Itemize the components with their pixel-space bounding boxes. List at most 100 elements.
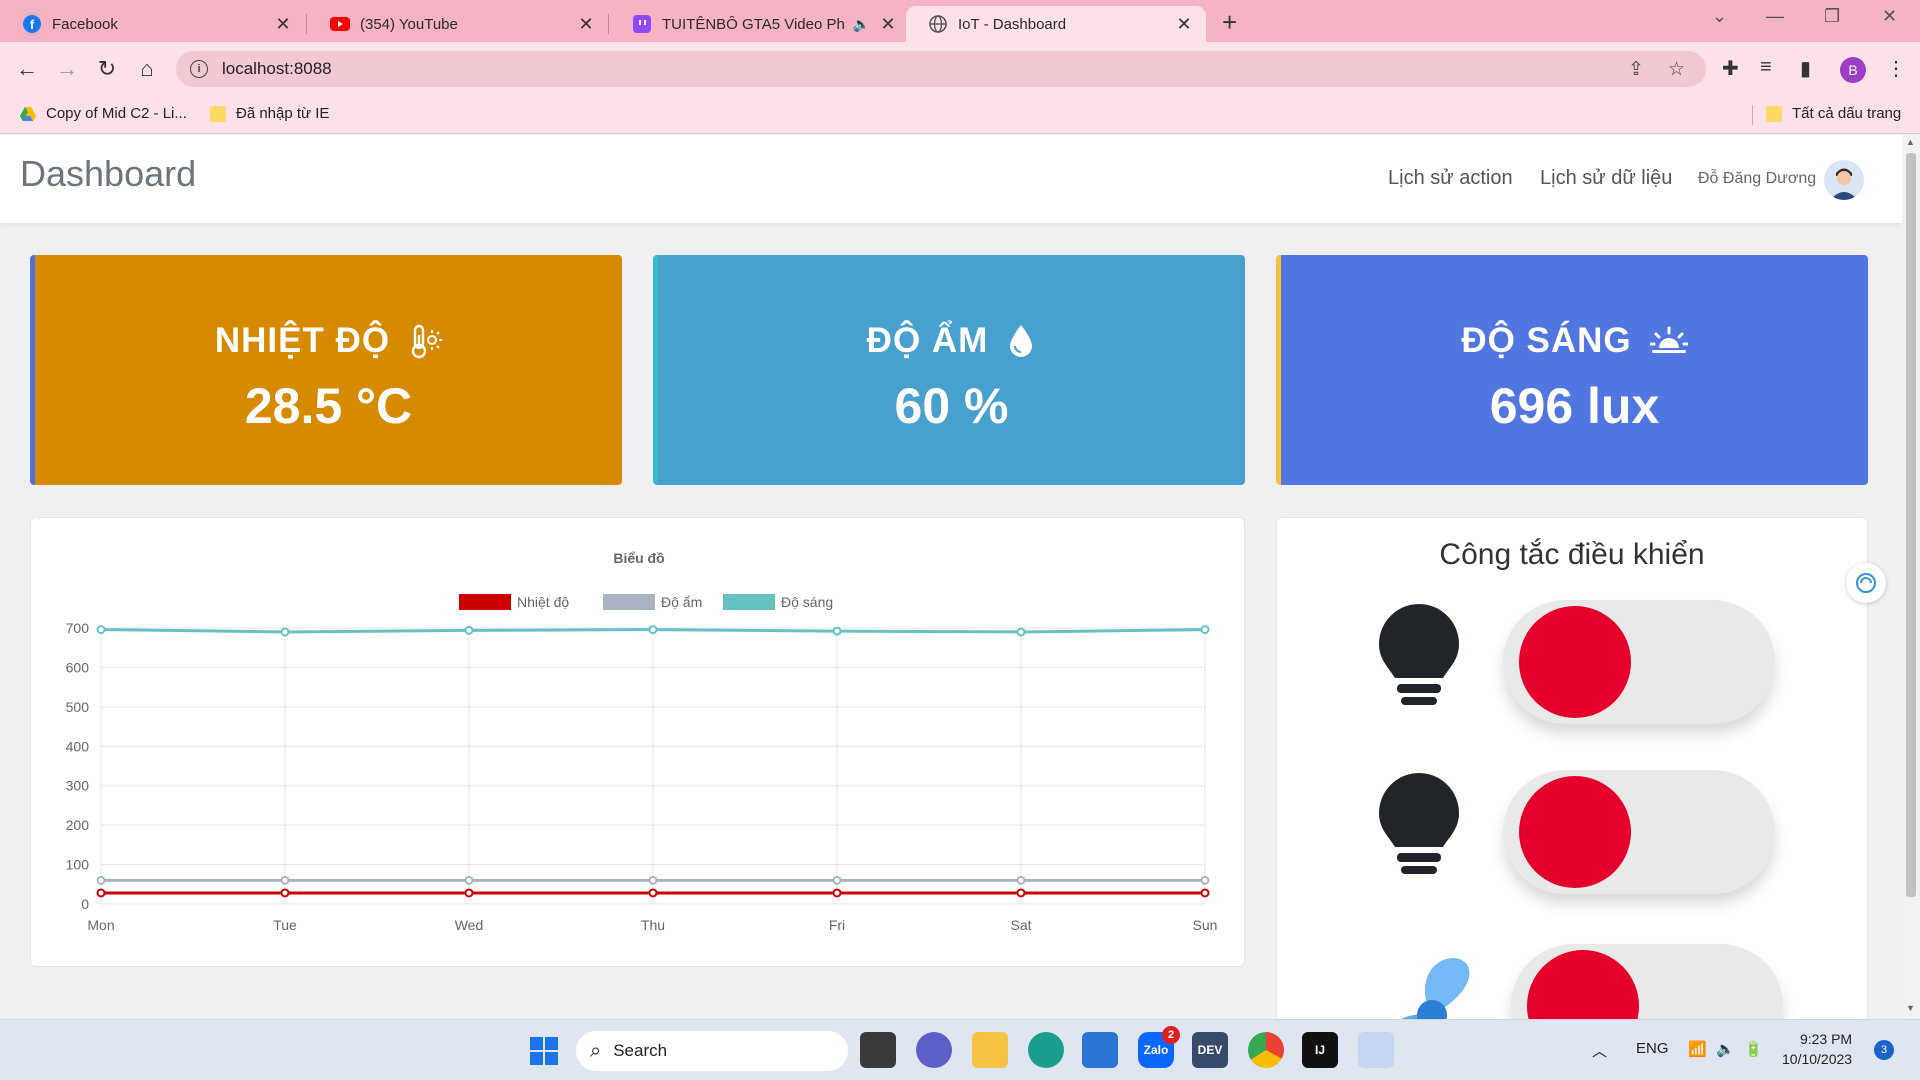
legend-swatch: [723, 594, 775, 610]
teams-chat-icon[interactable]: [916, 1032, 952, 1068]
minimize-icon[interactable]: —: [1766, 6, 1784, 27]
data-point: [648, 875, 658, 885]
file-explorer-icon[interactable]: [972, 1032, 1008, 1068]
nav-action-history[interactable]: Lịch sử action: [1388, 167, 1513, 190]
thermometer-sun-icon: [411, 324, 443, 359]
show-hidden-icons[interactable]: ︿: [1592, 1040, 1607, 1061]
bookmark-drive[interactable]: Copy of Mid C2 - Li...: [20, 105, 187, 122]
close-tab-icon[interactable]: ✕: [878, 14, 898, 35]
battery-icon[interactable]: 🔋: [1744, 1040, 1763, 1058]
restore-icon[interactable]: ❐: [1824, 6, 1840, 27]
x-tick-label: Fri: [829, 917, 845, 933]
task-view-icon[interactable]: [860, 1032, 896, 1068]
legend-label: Độ sáng: [781, 594, 833, 610]
os-taskbar: ⌕ Search Zalo 2 DEV IJ ︿ ENG 📶 🔈 🔋 9:23 P…: [0, 1019, 1920, 1080]
close-tab-icon[interactable]: ✕: [1174, 14, 1194, 35]
data-point: [280, 627, 290, 637]
close-window-icon[interactable]: ✕: [1882, 6, 1897, 27]
bookmark-star-icon[interactable]: ☆: [1668, 58, 1685, 81]
data-point: [1016, 888, 1026, 898]
speaker-icon[interactable]: 🔈: [853, 16, 870, 33]
y-tick-label: 300: [66, 778, 90, 794]
site-info-icon[interactable]: i: [190, 60, 208, 78]
page-scrollbar[interactable]: ▲ ▼: [1902, 135, 1920, 1019]
bookmark-folder-ie[interactable]: Đã nhập từ IE: [210, 105, 329, 122]
store-icon[interactable]: [1082, 1032, 1118, 1068]
share-icon[interactable]: ⇪: [1628, 58, 1644, 81]
light-title: ĐỘ SÁNG: [1461, 321, 1632, 360]
address-bar[interactable]: i localhost:8088 ⇪ ☆: [176, 51, 1706, 87]
side-panel-icon[interactable]: ▮: [1800, 56, 1811, 81]
folder-icon: [1766, 105, 1782, 122]
data-point: [96, 625, 106, 635]
close-tab-icon[interactable]: ✕: [576, 14, 596, 35]
data-point: [1200, 625, 1210, 635]
home-icon[interactable]: ⌂: [132, 54, 162, 84]
forward-icon[interactable]: →: [52, 54, 82, 84]
y-tick-label: 600: [66, 659, 90, 675]
chrome-icon[interactable]: [1248, 1032, 1284, 1068]
assistant-icon[interactable]: [1846, 563, 1886, 603]
light-2-toggle[interactable]: [1503, 770, 1775, 894]
windows-start-icon[interactable]: [530, 1037, 558, 1065]
youtube-icon: [330, 14, 350, 34]
volume-icon[interactable]: 🔈: [1716, 1040, 1735, 1058]
y-tick-label: 500: [66, 699, 90, 715]
taskbar-search[interactable]: ⌕ Search: [576, 1031, 848, 1071]
y-tick-label: 0: [81, 896, 89, 912]
temperature-title: NHIỆT ĐỘ: [214, 321, 391, 360]
scroll-thumb[interactable]: [1906, 153, 1916, 897]
user-name[interactable]: Đỗ Đăng Dương: [1698, 170, 1816, 188]
reload-icon[interactable]: ↻: [92, 54, 122, 84]
brand-title[interactable]: Dashboard: [20, 153, 196, 195]
back-icon[interactable]: ←: [12, 54, 42, 84]
light-1-toggle[interactable]: [1503, 600, 1775, 724]
nav-data-history[interactable]: Lịch sử dữ liệu: [1540, 167, 1672, 190]
facebook-icon: f: [22, 14, 42, 34]
legend-swatch: [459, 594, 511, 610]
menu-icon[interactable]: ⋮: [1886, 56, 1906, 81]
snipping-tool-icon[interactable]: [1358, 1032, 1394, 1068]
new-tab-icon[interactable]: +: [1222, 6, 1237, 38]
fan-toggle[interactable]: [1511, 944, 1783, 1019]
toggle-knob: [1527, 950, 1639, 1019]
search-icon: ⌕: [590, 1039, 602, 1062]
chart-title: Biểu đồ: [613, 550, 664, 566]
data-point: [832, 875, 842, 885]
twitch-icon: [632, 14, 652, 34]
scroll-up-icon[interactable]: ▲: [1906, 137, 1915, 147]
tab-twitch[interactable]: TUITÊNBÔ GTA5 Video Phát 🔈 ✕: [610, 6, 910, 42]
language-indicator[interactable]: ENG: [1636, 1040, 1669, 1057]
all-bookmarks[interactable]: Tất cả dấu trang: [1766, 105, 1901, 122]
sunrise-icon: [1649, 326, 1688, 353]
wifi-icon[interactable]: 📶: [1688, 1040, 1707, 1058]
data-point: [648, 625, 658, 635]
avatar[interactable]: [1824, 160, 1864, 200]
system-clock[interactable]: 9:23 PM 10/10/2023: [1782, 1029, 1852, 1069]
light-value: 696 lux: [1489, 378, 1660, 434]
x-tick-label: Sun: [1193, 917, 1218, 933]
edge-icon[interactable]: [1028, 1032, 1064, 1068]
line-chart: Biểu đồ Nhiệt độ Độ ẩm Độ sáng 0 100 200 300 400…: [66, 550, 1218, 933]
temperature-card: NHIỆT ĐỘ 28.5 °C: [30, 255, 622, 485]
tab-youtube[interactable]: (354) YouTube ✕: [308, 6, 608, 42]
profile-avatar[interactable]: B: [1840, 57, 1866, 83]
tab-facebook[interactable]: f Facebook ✕: [0, 6, 305, 42]
tab-iot-dashboard[interactable]: IoT - Dashboard ✕: [906, 6, 1206, 42]
data-point: [1016, 875, 1026, 885]
legend-label: Nhiệt độ: [517, 594, 569, 610]
y-tick-label: 400: [66, 738, 90, 754]
tab-search-icon[interactable]: ⌄: [1712, 6, 1727, 27]
close-tab-icon[interactable]: ✕: [273, 14, 293, 35]
extensions-icon[interactable]: ✚: [1722, 56, 1739, 81]
globe-icon: [928, 14, 948, 34]
intellij-icon[interactable]: IJ: [1302, 1032, 1338, 1068]
x-tick-label: Tue: [273, 917, 297, 933]
scroll-down-icon[interactable]: ▼: [1906, 1003, 1915, 1013]
fan-icon: [1401, 958, 1470, 1019]
notification-badge[interactable]: 3: [1874, 1040, 1894, 1060]
devcpp-icon[interactable]: DEV: [1192, 1032, 1228, 1068]
media-queue-icon[interactable]: ≡: [1760, 56, 1772, 79]
page-viewport: Dashboard Lịch sử action Lịch sử dữ liệu…: [0, 135, 1902, 1019]
zalo-icon[interactable]: Zalo 2: [1138, 1026, 1180, 1068]
